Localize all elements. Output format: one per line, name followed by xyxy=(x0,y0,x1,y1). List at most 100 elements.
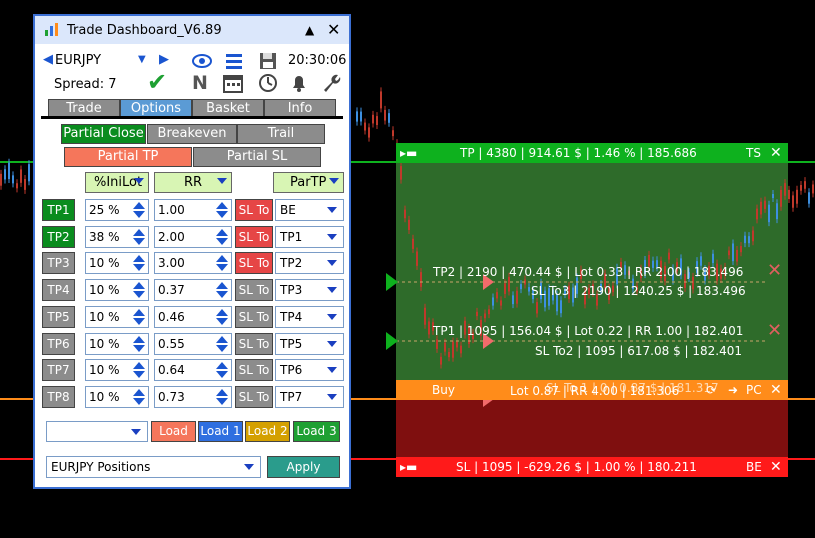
partial-tp-select[interactable]: TP5 xyxy=(275,332,344,355)
sl-to-button[interactable]: SL To xyxy=(235,225,273,248)
clock-icon[interactable] xyxy=(257,72,279,94)
sl-to-button[interactable]: SL To xyxy=(235,385,273,408)
tp-toggle-button[interactable]: TP6 xyxy=(42,332,75,355)
eye-icon[interactable] xyxy=(191,50,213,72)
positions-select[interactable]: EURJPY Positions xyxy=(46,456,261,478)
spinner-arrows-icon[interactable] xyxy=(215,362,228,379)
lot-percent-spinner[interactable]: 10 % xyxy=(85,305,149,328)
tp-toggle-button[interactable]: TP5 xyxy=(42,305,75,328)
spinner-arrows-icon[interactable] xyxy=(132,308,145,325)
calendar-icon[interactable] xyxy=(222,72,244,94)
rr-spinner[interactable]: 3.00 xyxy=(154,252,232,275)
lot-percent-spinner[interactable]: 25 % xyxy=(85,199,149,221)
subtab-breakeven[interactable]: Breakeven xyxy=(147,124,237,144)
reverse-icon[interactable]: ⟳ xyxy=(706,383,716,397)
subtab-trail[interactable]: Trail xyxy=(237,124,325,144)
tp-close-icon[interactable]: ✕ xyxy=(770,145,782,161)
load-button[interactable]: Load xyxy=(151,421,196,442)
spinner-arrows-icon[interactable] xyxy=(132,362,145,379)
tp2-delete-icon[interactable]: ✕ xyxy=(767,260,782,281)
tp-toggle-button[interactable]: TP1 xyxy=(42,199,75,221)
rr-spinner[interactable]: 0.64 xyxy=(154,359,232,382)
sl-to-button[interactable]: SL To xyxy=(235,279,273,302)
header-partial-tp[interactable]: ParTP xyxy=(273,172,344,193)
panel-titlebar[interactable]: Trade Dashboard_V6.89 ▲ ✕ xyxy=(35,16,349,44)
lot-percent-spinner[interactable]: 10 % xyxy=(85,359,149,382)
tp-toggle-button[interactable]: TP7 xyxy=(42,359,75,382)
trailing-stop-button[interactable]: TS xyxy=(746,146,761,160)
sl-to-button[interactable]: SL To xyxy=(235,305,273,328)
subtab-partial-close[interactable]: Partial Close xyxy=(61,124,146,144)
spinner-arrows-icon[interactable] xyxy=(215,228,228,245)
rr-spinner[interactable]: 2.00 xyxy=(154,225,232,248)
tp-toggle-button[interactable]: TP4 xyxy=(42,279,75,302)
partial-tp-select[interactable]: TP2 xyxy=(275,252,344,275)
preset-select[interactable] xyxy=(46,421,148,442)
tp-toggle-button[interactable]: TP8 xyxy=(42,385,75,408)
bell-icon[interactable] xyxy=(288,72,310,94)
subtab-partial-tp[interactable]: Partial TP xyxy=(64,147,192,167)
rr-spinner[interactable]: 0.46 xyxy=(154,305,232,328)
lot-percent-spinner[interactable]: 10 % xyxy=(85,252,149,275)
rr-spinner[interactable]: 0.37 xyxy=(154,279,232,302)
rr-spinner[interactable]: 0.55 xyxy=(154,332,232,355)
spinner-arrows-icon[interactable] xyxy=(132,202,145,218)
spinner-arrows-icon[interactable] xyxy=(215,255,228,272)
load-3-button[interactable]: Load 3 xyxy=(293,421,340,442)
partial-tp-select[interactable]: TP7 xyxy=(275,385,344,408)
partial-tp-select[interactable]: TP1 xyxy=(275,225,344,248)
header-initial-lot[interactable]: %IniLot xyxy=(85,172,149,193)
partial-tp-select[interactable]: TP3 xyxy=(275,279,344,302)
arrow-right-icon[interactable]: ➜ xyxy=(728,383,738,397)
tp1-delete-icon[interactable]: ✕ xyxy=(767,320,782,341)
symbol-dropdown-icon[interactable]: ▼ xyxy=(138,54,146,65)
next-symbol-icon[interactable]: ▶ xyxy=(159,52,169,67)
spinner-arrows-icon[interactable] xyxy=(132,228,145,245)
lot-percent-spinner[interactable]: 10 % xyxy=(85,279,149,302)
partial-close-button[interactable]: PC xyxy=(746,383,762,397)
sl-bar[interactable]: ▸▬ SL | 1095 | -629.26 $ | 1.00 % | 180.… xyxy=(396,457,788,477)
menu-icon[interactable] xyxy=(223,50,245,72)
load-2-button[interactable]: Load 2 xyxy=(245,421,290,442)
load-1-button[interactable]: Load 1 xyxy=(198,421,243,442)
rr-spinner[interactable]: 0.73 xyxy=(154,385,232,408)
header-rr[interactable]: RR xyxy=(154,172,232,193)
lot-percent-spinner[interactable]: 10 % xyxy=(85,332,149,355)
save-icon[interactable] xyxy=(257,50,279,72)
sl-close-icon[interactable]: ✕ xyxy=(770,459,782,475)
subtab-partial-sl[interactable]: Partial SL xyxy=(193,147,321,167)
spinner-arrows-icon[interactable] xyxy=(215,282,228,299)
lot-percent-spinner[interactable]: 38 % xyxy=(85,225,149,248)
wrench-icon[interactable] xyxy=(320,72,342,94)
sl-to-button[interactable]: SL To xyxy=(235,359,273,382)
tp-toggle-button[interactable]: TP3 xyxy=(42,252,75,275)
lot-percent-spinner[interactable]: 10 % xyxy=(85,385,149,408)
partial-tp-select[interactable]: BE xyxy=(275,199,344,221)
entry-close-icon[interactable]: ✕ xyxy=(770,382,782,398)
spinner-arrows-icon[interactable] xyxy=(132,388,145,405)
spinner-arrows-icon[interactable] xyxy=(215,335,228,352)
minimize-icon[interactable]: ▲ xyxy=(305,23,314,37)
tp-toggle-button[interactable]: TP2 xyxy=(42,225,75,248)
spinner-arrows-icon[interactable] xyxy=(132,335,145,352)
spinner-arrows-icon[interactable] xyxy=(132,282,145,299)
sl-to-button[interactable]: SL To xyxy=(235,332,273,355)
rr-spinner[interactable]: 1.00 xyxy=(154,199,232,221)
news-icon[interactable]: N xyxy=(192,72,208,94)
sl-bar-handle-icon[interactable]: ▸▬ xyxy=(400,460,417,474)
tp-bar[interactable]: ▸▬ TP | 4380 | 914.61 $ | 1.46 % | 185.6… xyxy=(396,143,788,163)
spinner-arrows-icon[interactable] xyxy=(132,255,145,272)
breakeven-button[interactable]: BE xyxy=(746,460,762,474)
partial-tp-select[interactable]: TP4 xyxy=(275,305,344,328)
spinner-arrows-icon[interactable] xyxy=(215,388,228,405)
prev-symbol-icon[interactable]: ◀ xyxy=(43,52,53,67)
sl-to-button[interactable]: SL To xyxy=(235,252,273,275)
entry-bar[interactable]: Buy SL To 1 | 0 | 0.87 $ | 181.317 Lot 0… xyxy=(396,380,788,400)
partial-tp-select[interactable]: TP6 xyxy=(275,359,344,382)
tp-bar-handle-icon[interactable]: ▸▬ xyxy=(400,146,417,160)
checkmark-icon[interactable]: ✔ xyxy=(147,68,167,96)
sl-to-button[interactable]: SL To xyxy=(235,199,273,221)
spinner-arrows-icon[interactable] xyxy=(215,202,228,218)
spinner-arrows-icon[interactable] xyxy=(215,308,228,325)
apply-button[interactable]: Apply xyxy=(267,456,340,478)
